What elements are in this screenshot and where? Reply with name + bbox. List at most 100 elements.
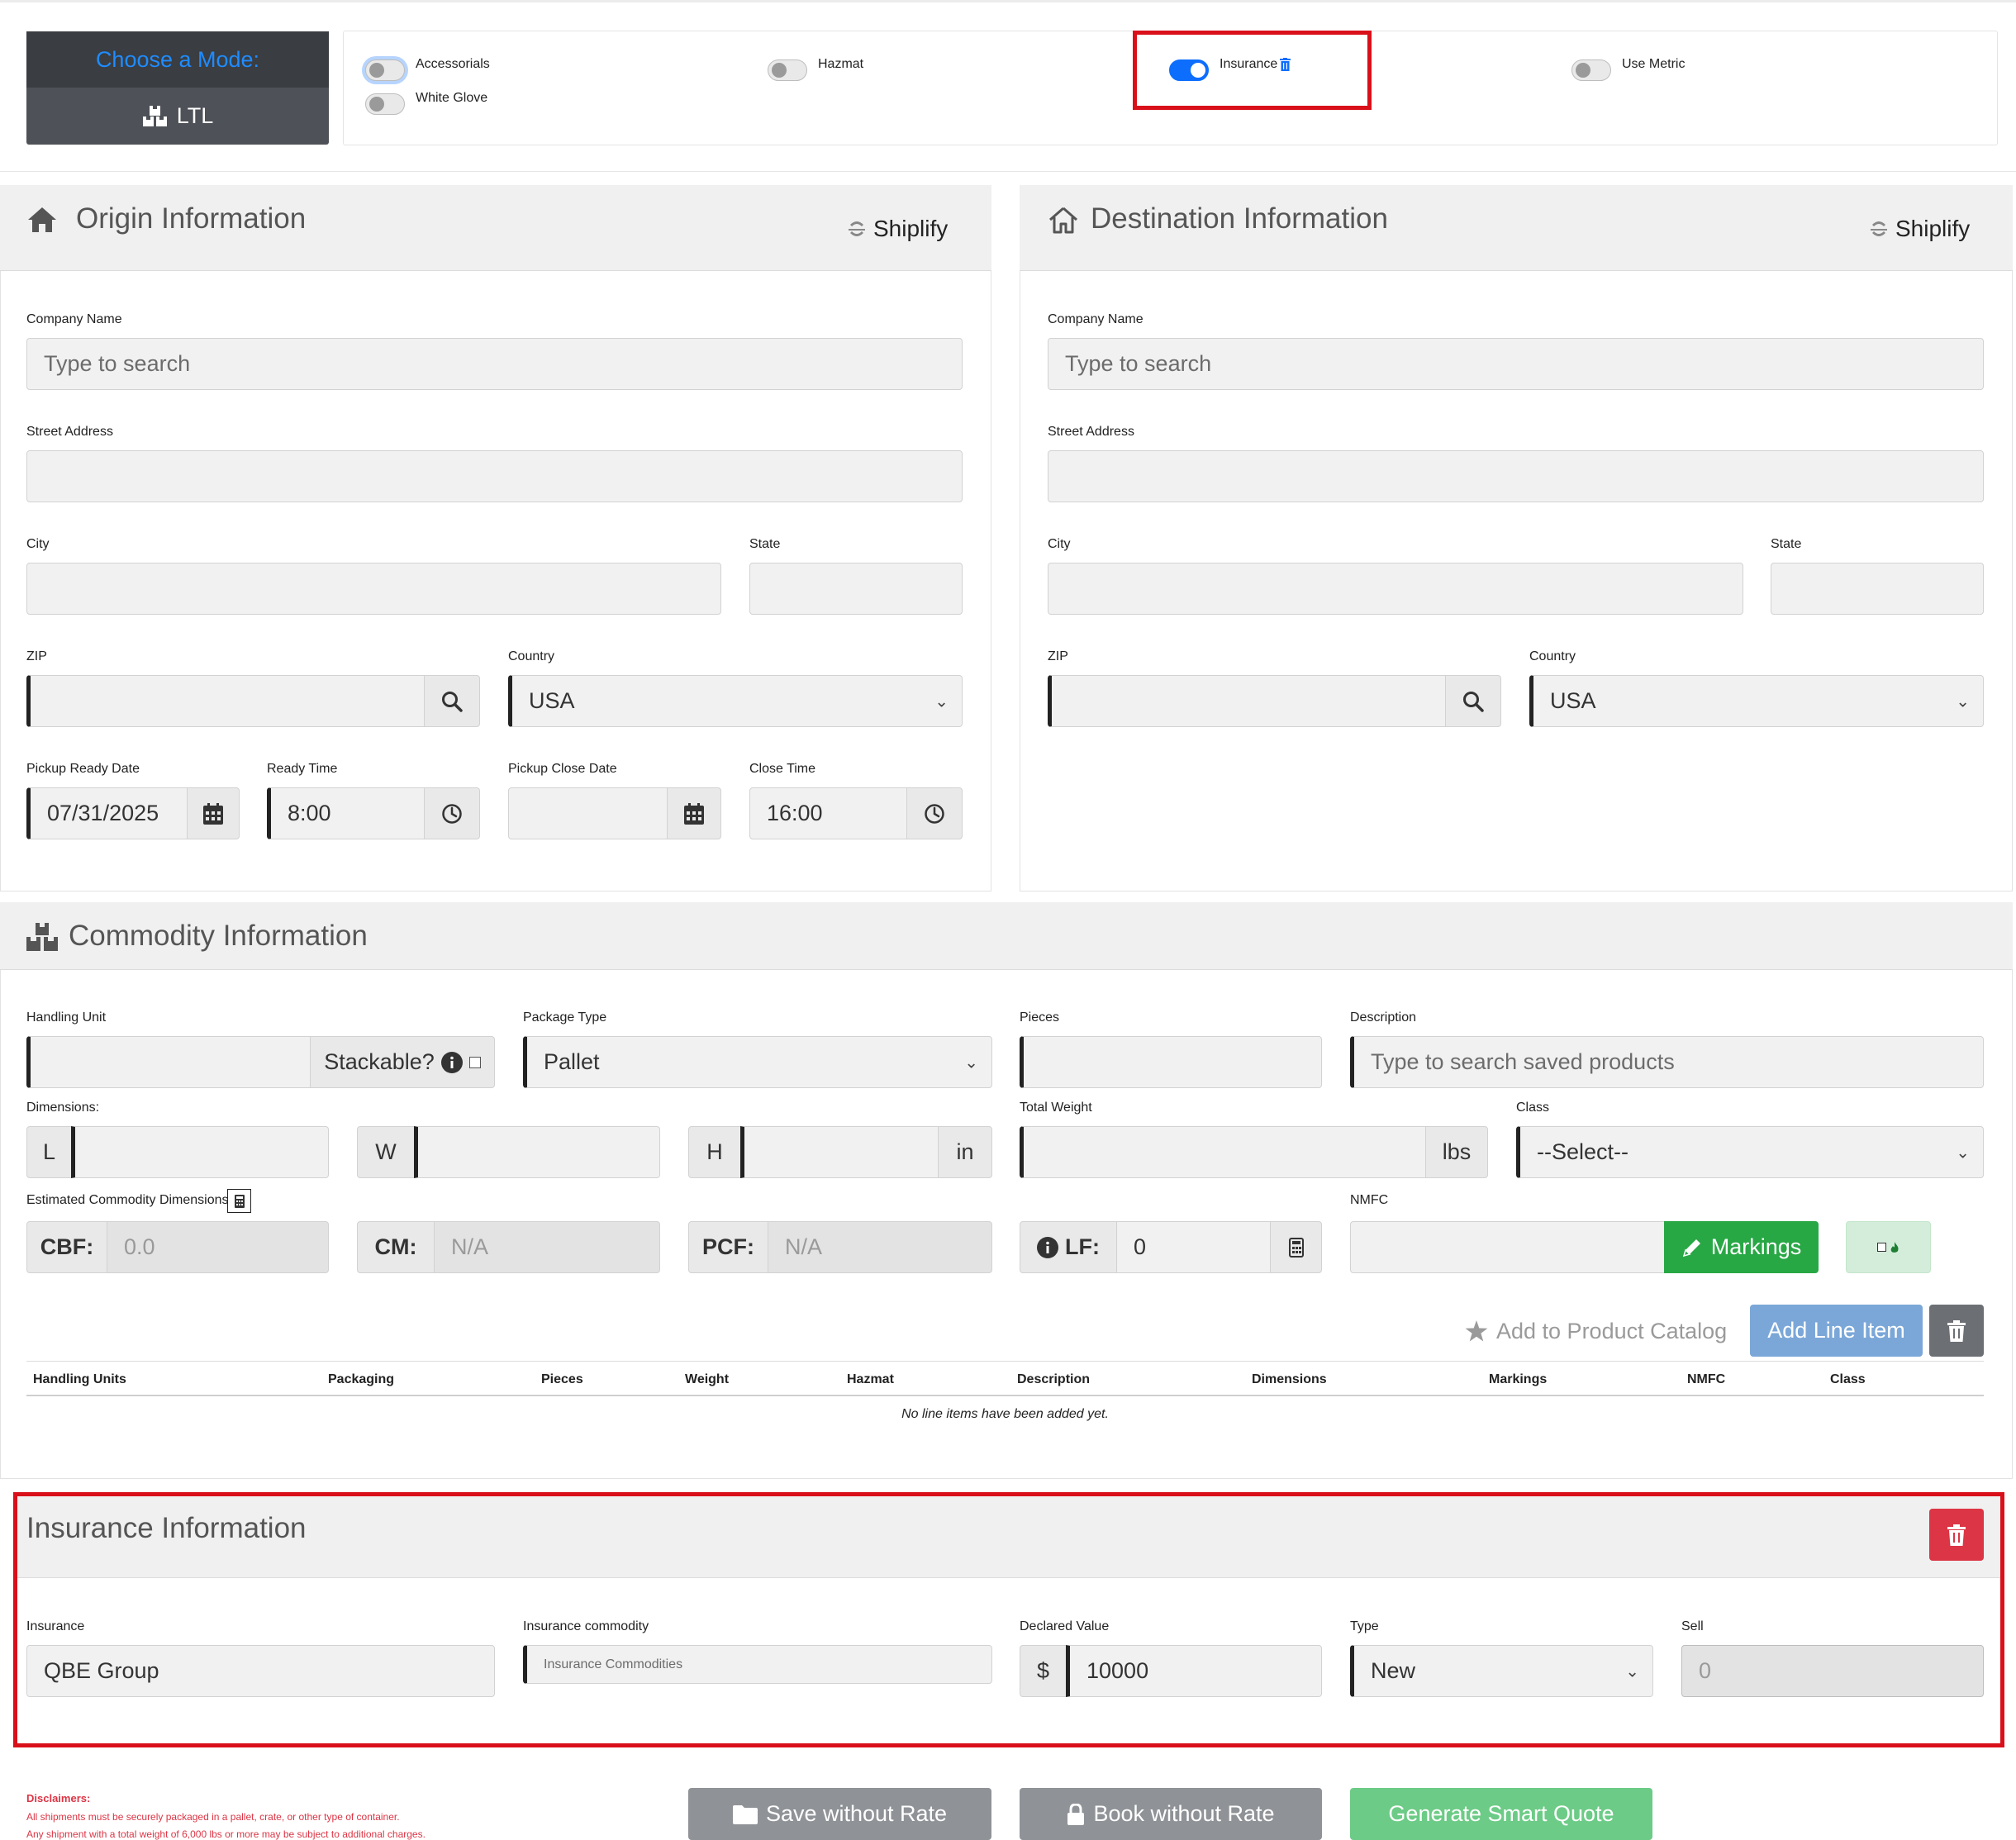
column-header-weight: Weight (685, 1372, 730, 1386)
accessorials-toggle[interactable] (365, 59, 405, 81)
origin-street-input[interactable] (26, 450, 963, 502)
info-icon[interactable] (440, 1051, 463, 1073)
total-weight-label: Total Weight (1020, 1101, 1092, 1115)
lf-calculator-button[interactable] (1270, 1221, 1322, 1273)
book-without-rate-button[interactable]: Book without Rate (1020, 1788, 1322, 1840)
origin-country-label: Country (508, 649, 555, 663)
origin-zip-input[interactable] (26, 675, 425, 727)
hazmat-markings-button[interactable] (1846, 1221, 1931, 1273)
handling-unit-input[interactable] (26, 1036, 311, 1088)
stackable-addon[interactable]: Stackable? (310, 1036, 495, 1088)
package-type-value: Pallet (544, 1049, 600, 1074)
pcf-placeholder: N/A (785, 1234, 823, 1259)
ready-time-clock-button[interactable] (424, 787, 480, 839)
pickup-close-date-calendar-button[interactable] (667, 787, 721, 839)
destination-zip-search-button[interactable] (1445, 675, 1501, 727)
mode-label: Choose a Mode: (26, 31, 329, 88)
origin-state-input[interactable] (749, 563, 963, 615)
star-icon (1465, 1320, 1488, 1343)
add-line-item-button[interactable]: Add Line Item (1750, 1305, 1923, 1357)
handling-unit-label: Handling Unit (26, 1010, 107, 1025)
add-to-catalog-button[interactable]: Add to Product Catalog (1465, 1319, 1727, 1344)
origin-company-label: Company Name (26, 312, 122, 326)
column-header-hazmat: Hazmat (847, 1372, 894, 1386)
fire-icon (1890, 1241, 1900, 1253)
pieces-label: Pieces (1020, 1010, 1060, 1025)
stackable-label: Stackable? (324, 1049, 435, 1074)
use-metric-toggle[interactable] (1571, 59, 1611, 81)
chevron-down-icon: ⌄ (964, 1053, 978, 1072)
close-time-input[interactable]: 16:00 (749, 787, 907, 839)
package-type-select[interactable]: Pallet ⌄ (523, 1036, 992, 1088)
delete-line-button[interactable] (1929, 1305, 1984, 1357)
markings-button[interactable]: Markings (1664, 1221, 1819, 1273)
destination-company-input[interactable]: Type to search (1048, 338, 1984, 390)
calendar-icon (203, 802, 223, 825)
lf-input[interactable]: 0 (1116, 1221, 1271, 1273)
calculator-icon[interactable] (227, 1189, 251, 1213)
mode-value[interactable]: LTL (26, 88, 329, 145)
pickup-ready-date-input[interactable]: 07/31/2025 (26, 787, 188, 839)
save-without-rate-button[interactable]: Save without Rate (688, 1788, 991, 1840)
destination-country-select[interactable]: USA ⌄ (1529, 675, 1984, 727)
home-icon (26, 206, 58, 234)
insurance-type-select[interactable]: New ⌄ (1350, 1645, 1653, 1697)
description-input[interactable]: Type to search saved products (1350, 1036, 1984, 1088)
cbf-placeholder: 0.0 (124, 1234, 155, 1259)
origin-country-select[interactable]: USA ⌄ (508, 675, 963, 727)
ready-time-value: 8:00 (288, 801, 331, 825)
sell-input: 0 (1681, 1645, 1984, 1697)
insurance-provider-input[interactable]: QBE Group (26, 1645, 495, 1697)
width-input[interactable] (414, 1126, 660, 1178)
column-header-class: Class (1830, 1372, 1866, 1386)
trash-icon[interactable] (1280, 58, 1291, 71)
class-select[interactable]: --Select-- ⌄ (1516, 1126, 1984, 1178)
currency-addon: $ (1020, 1645, 1067, 1697)
insurance-commodity-input[interactable]: Insurance Commodities (523, 1645, 992, 1684)
sell-placeholder: 0 (1699, 1658, 1712, 1683)
chevron-down-icon: ⌄ (1625, 1662, 1639, 1681)
pickup-close-date-input[interactable] (508, 787, 668, 839)
origin-street-label: Street Address (26, 425, 113, 439)
search-icon (441, 691, 463, 712)
destination-zip-input[interactable] (1048, 675, 1446, 727)
insurance-toggle[interactable] (1169, 59, 1209, 81)
destination-state-input[interactable] (1771, 563, 1984, 615)
insurance-provider-value: QBE Group (44, 1658, 159, 1683)
generate-smart-quote-button[interactable]: Generate Smart Quote (1350, 1788, 1652, 1840)
destination-zip-label: ZIP (1048, 649, 1068, 663)
destination-company-label: Company Name (1048, 312, 1144, 326)
hazmat-toggle[interactable] (768, 59, 807, 81)
origin-shiplify-link[interactable]: Shiplify (873, 216, 948, 242)
remove-insurance-button[interactable] (1929, 1509, 1984, 1561)
total-weight-input[interactable] (1020, 1126, 1426, 1178)
origin-company-input[interactable]: Type to search (26, 338, 963, 390)
pickup-ready-date-calendar-button[interactable] (187, 787, 240, 839)
close-time-clock-button[interactable] (906, 787, 963, 839)
stackable-checkbox[interactable] (468, 1056, 481, 1068)
weight-unit-addon: lbs (1425, 1126, 1488, 1178)
cm-input: N/A (434, 1221, 660, 1273)
destination-street-input[interactable] (1048, 450, 1984, 502)
column-header-packaging: Packaging (328, 1372, 395, 1386)
destination-country-label: Country (1529, 649, 1576, 663)
pieces-input[interactable] (1020, 1036, 1322, 1088)
length-input[interactable] (71, 1126, 329, 1178)
info-icon[interactable] (1037, 1236, 1058, 1258)
pickup-ready-date-value: 07/31/2025 (47, 801, 159, 825)
nmfc-input[interactable] (1350, 1221, 1665, 1273)
mode-selector[interactable]: Choose a Mode: LTL (26, 31, 329, 145)
white-glove-toggle[interactable] (365, 93, 405, 115)
origin-zip-search-button[interactable] (424, 675, 480, 727)
chevron-down-icon: ⌄ (1956, 1143, 1970, 1162)
description-placeholder: Type to search saved products (1371, 1049, 1675, 1074)
column-header-dimensions: Dimensions (1252, 1372, 1327, 1386)
height-input[interactable] (740, 1126, 939, 1178)
origin-city-input[interactable] (26, 563, 721, 615)
ready-time-input[interactable]: 8:00 (267, 787, 425, 839)
declared-value-input[interactable]: 10000 (1066, 1645, 1322, 1697)
shiplify-icon (847, 220, 867, 238)
destination-company-placeholder: Type to search (1065, 351, 1212, 376)
destination-shiplify-link[interactable]: Shiplify (1895, 216, 1970, 242)
destination-city-input[interactable] (1048, 563, 1743, 615)
